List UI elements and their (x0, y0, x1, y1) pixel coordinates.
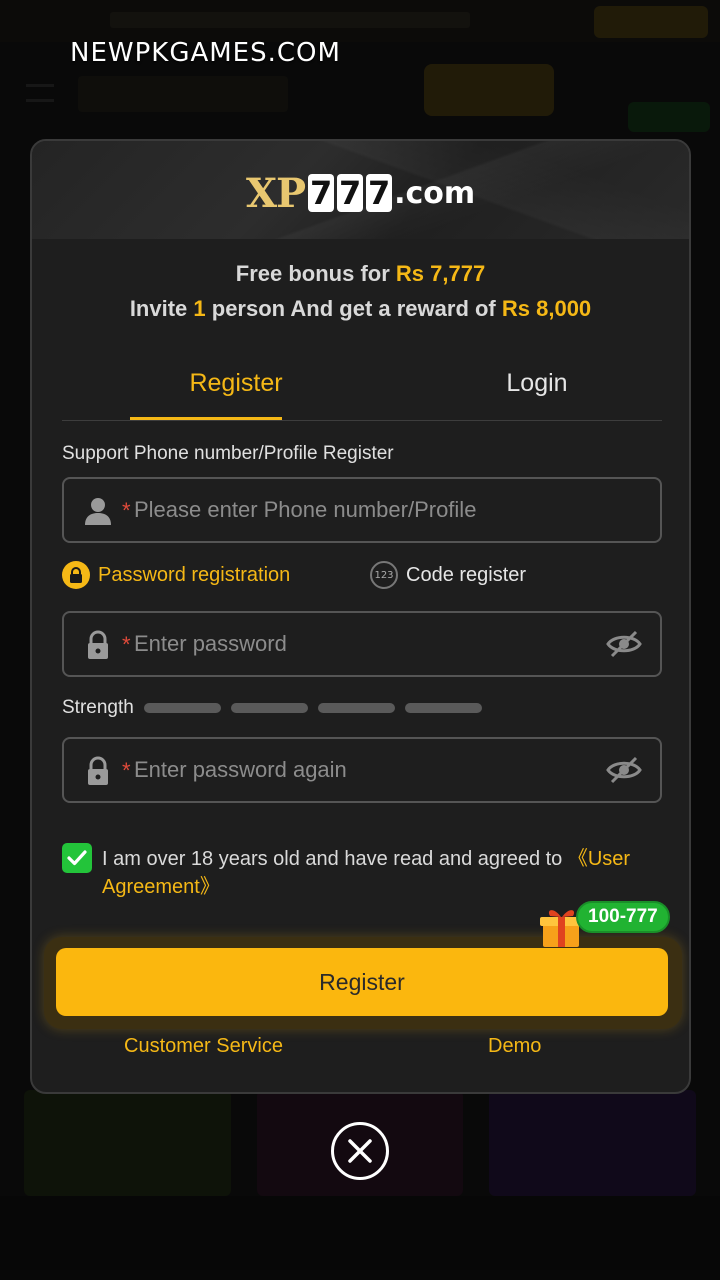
user-icon (85, 498, 111, 525)
bonus-amount: Rs 7,777 (395, 261, 486, 286)
invite-text: person And get a reward of (205, 296, 502, 321)
required-mark: * (122, 758, 131, 783)
close-modal-button[interactable] (331, 1122, 389, 1180)
watermark: NEWPKGAMES.COM (70, 38, 341, 68)
code-123-icon: 123 (370, 561, 398, 589)
code-register-option[interactable]: 123 Code register (370, 561, 526, 589)
logo-digits: 7 7 7 (308, 174, 393, 212)
auth-tabs: Register Login (62, 359, 662, 421)
lock-icon (88, 756, 108, 785)
strength-label: Strength (62, 697, 134, 718)
phone-input[interactable] (134, 487, 574, 533)
code-register-label: Code register (406, 563, 527, 586)
invite-line: Invite 1 person And get a reward of Rs 8… (32, 296, 689, 322)
required-mark: * (122, 498, 131, 523)
password-input[interactable] (134, 621, 574, 667)
agreement-text: I am over 18 years old and have read and… (102, 845, 662, 901)
eye-off-icon[interactable] (606, 755, 642, 785)
logo-digit: 7 (366, 174, 393, 212)
logo-prefix: XP (246, 169, 306, 217)
password-field[interactable]: * (62, 611, 662, 677)
bonus-text: Free bonus for (235, 261, 396, 286)
strength-segment (404, 703, 482, 713)
password-registration-option[interactable]: Password registration (62, 561, 290, 589)
registration-method-options: Password registration 123 Code register (62, 561, 662, 595)
password-again-field[interactable]: * (62, 737, 662, 803)
tab-register[interactable]: Register (160, 369, 312, 398)
phone-field[interactable]: * (62, 477, 662, 543)
eye-off-icon[interactable] (606, 629, 642, 659)
invite-text: Invite (129, 296, 194, 321)
strength-segment (143, 703, 221, 713)
register-submit-button[interactable]: Register (56, 948, 668, 1016)
bonus-line: Free bonus for Rs 7,777 (32, 261, 689, 287)
invite-count: 1 (193, 296, 206, 321)
lock-icon (88, 630, 108, 659)
logo-digit: 7 (308, 174, 335, 212)
gift-badge: 100-777 (538, 901, 674, 949)
brand-logo: XP 7 7 7 .com (246, 169, 476, 217)
password-again-input[interactable] (134, 747, 574, 793)
customer-service-link[interactable]: Customer Service (124, 1035, 283, 1058)
tab-login[interactable]: Login (482, 369, 592, 398)
agreement-checkbox[interactable] (62, 843, 92, 873)
close-icon (348, 1139, 372, 1163)
required-mark: * (122, 632, 131, 657)
modal-header: XP 7 7 7 .com (32, 141, 689, 239)
logo-suffix: .com (394, 175, 476, 211)
register-modal: XP 7 7 7 .com Free bonus for Rs 7,777 In… (30, 139, 691, 1094)
password-registration-label: Password registration (98, 563, 291, 586)
gift-amount-badge: 100-777 (576, 901, 670, 933)
check-icon (67, 850, 87, 866)
bottom-links: Customer Service Demo (32, 1035, 689, 1065)
password-strength: Strength (62, 695, 662, 721)
active-tab-indicator (130, 417, 282, 420)
lock-icon (62, 561, 90, 589)
strength-segment (230, 703, 308, 713)
support-label: Support Phone number/Profile Register (62, 443, 394, 464)
demo-link[interactable]: Demo (488, 1035, 541, 1058)
invite-reward-amount: Rs 8,000 (501, 296, 592, 321)
agreement-statement: I am over 18 years old and have read and… (102, 848, 568, 870)
logo-digit: 7 (337, 174, 364, 212)
strength-segment (317, 703, 395, 713)
